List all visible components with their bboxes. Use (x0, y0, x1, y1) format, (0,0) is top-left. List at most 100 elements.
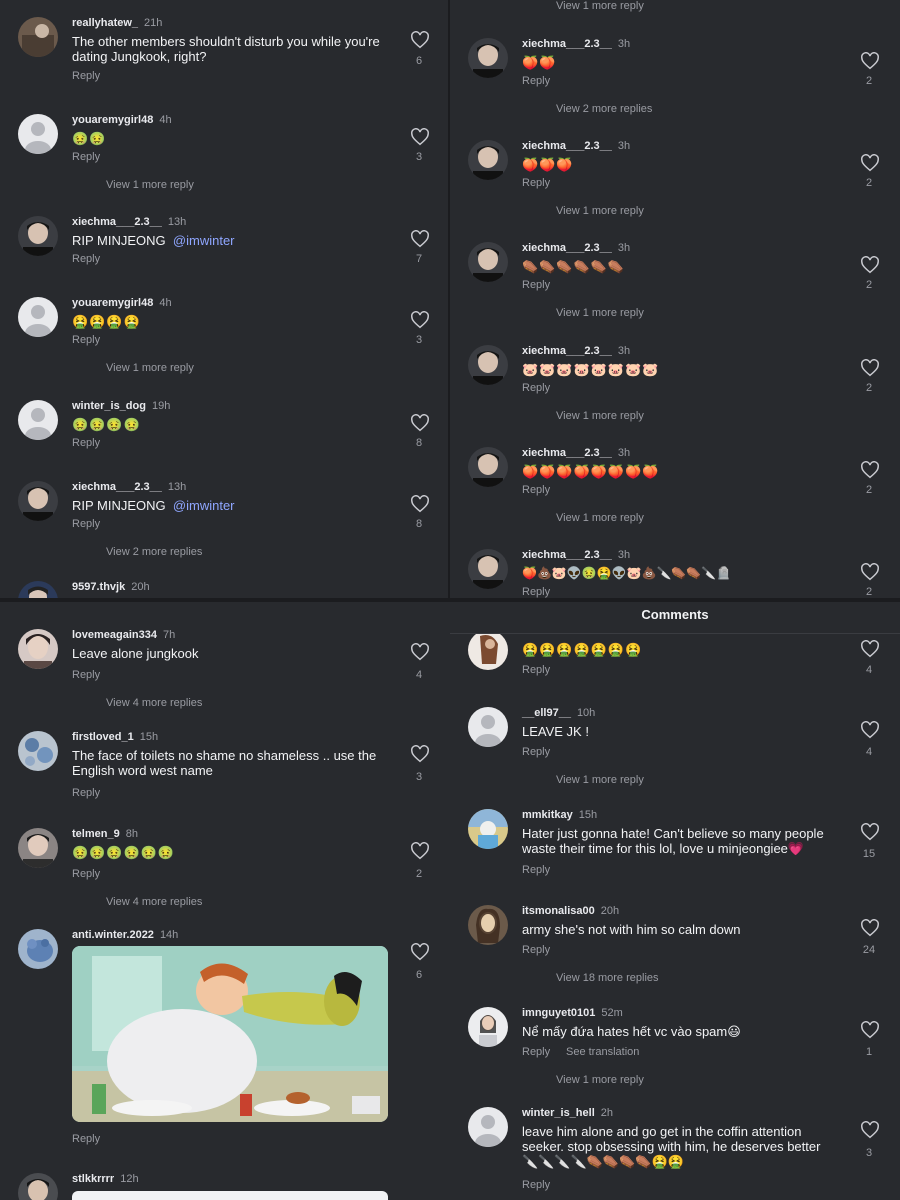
username[interactable]: anti.winter.2022 (72, 929, 154, 941)
username[interactable]: 9597.thvjk (72, 581, 125, 593)
username[interactable]: xiechma___2.3__ (522, 549, 612, 561)
username[interactable]: stlkkrrrr (72, 1173, 114, 1185)
username[interactable]: imnguyet0101 (522, 1007, 595, 1019)
username[interactable]: telmen_9 (72, 828, 120, 840)
heart-icon[interactable] (860, 256, 880, 274)
username[interactable]: xiechma___2.3__ (522, 38, 612, 50)
reply-button[interactable]: Reply (522, 1179, 550, 1191)
reply-button[interactable]: Reply (72, 787, 100, 799)
heart-icon[interactable] (410, 643, 430, 661)
view-more-replies[interactable]: View 1 more reply (556, 307, 644, 319)
reply-button[interactable]: Reply (72, 253, 100, 265)
view-more-replies[interactable]: View 1 more reply (106, 362, 194, 374)
avatar[interactable] (18, 929, 58, 969)
heart-icon[interactable] (860, 461, 880, 479)
reply-button[interactable]: Reply (522, 944, 550, 956)
avatar[interactable] (18, 481, 58, 521)
username[interactable]: youaremygirl48 (72, 297, 153, 309)
heart-icon[interactable] (410, 230, 430, 248)
username[interactable]: mmkitkay (522, 809, 573, 821)
reply-button[interactable]: Reply (72, 1133, 100, 1145)
username[interactable]: winter_is_hell (522, 1107, 595, 1119)
view-more-replies[interactable]: View 18 more replies (556, 972, 659, 984)
reply-button[interactable]: Reply (522, 382, 550, 394)
view-more-replies[interactable]: View 1 more reply (556, 1074, 644, 1086)
avatar[interactable] (468, 1107, 508, 1147)
username[interactable]: xiechma___2.3__ (522, 345, 612, 357)
heart-icon[interactable] (860, 1021, 880, 1039)
reply-button[interactable]: Reply (522, 177, 550, 189)
username[interactable]: reallyhatew_ (72, 17, 138, 29)
reply-button[interactable]: Reply (522, 1046, 550, 1058)
avatar[interactable] (468, 905, 508, 945)
view-more-replies[interactable]: View 1 more reply (106, 179, 194, 191)
heart-icon[interactable] (860, 823, 880, 841)
heart-icon[interactable] (860, 154, 880, 172)
username[interactable]: winter_is_dog (72, 400, 146, 412)
avatar[interactable] (18, 114, 58, 154)
username[interactable]: youaremygirl48 (72, 114, 153, 126)
gif-image[interactable] (72, 946, 388, 1122)
comments-panel-bottom-left[interactable]: lovemeagain334 7h Leave alone jungkook Re… (0, 602, 450, 1200)
view-more-replies[interactable]: View 4 more replies (106, 697, 202, 709)
avatar[interactable] (18, 629, 58, 669)
heart-icon[interactable] (860, 359, 880, 377)
view-more-replies[interactable]: View 1 more reply (556, 774, 644, 786)
reply-button[interactable]: Reply (72, 518, 100, 530)
view-more-replies[interactable]: View 1 more reply (556, 410, 644, 422)
avatar[interactable] (18, 297, 58, 337)
avatar[interactable] (468, 447, 508, 487)
reply-button[interactable]: Reply (522, 864, 550, 876)
avatar[interactable] (18, 731, 58, 771)
username[interactable]: firstloved_1 (72, 731, 134, 743)
username[interactable]: xiechma___2.3__ (522, 140, 612, 152)
avatar[interactable] (468, 242, 508, 282)
reply-button[interactable]: Reply (522, 664, 550, 676)
avatar[interactable] (18, 581, 58, 598)
username[interactable]: itsmonalisa00 (522, 905, 595, 917)
reply-button[interactable]: Reply (72, 151, 100, 163)
heart-icon[interactable] (410, 943, 430, 961)
reply-button[interactable]: Reply (522, 746, 550, 758)
username[interactable]: xiechma___2.3__ (72, 481, 162, 493)
heart-icon[interactable] (410, 128, 430, 146)
comments-panel-bottom-right[interactable]: 🤮🤮🤮🤮🤮🤮🤮 Reply 4 __ell97__ 10h LEAVE JK ! … (450, 602, 900, 1200)
heart-icon[interactable] (860, 721, 880, 739)
reply-button[interactable]: Reply (522, 75, 550, 87)
heart-icon[interactable] (860, 1121, 880, 1139)
reply-button[interactable]: Reply (522, 279, 550, 291)
avatar[interactable] (18, 17, 58, 57)
username[interactable]: xiechma___2.3__ (522, 447, 612, 459)
view-more-replies[interactable]: View 4 more replies (106, 896, 202, 908)
reply-button[interactable]: Reply (72, 868, 100, 880)
mention-link[interactable]: @imwinter (173, 233, 235, 248)
avatar[interactable] (468, 809, 508, 849)
username[interactable]: __ell97__ (522, 707, 571, 719)
heart-icon[interactable] (410, 311, 430, 329)
username[interactable]: xiechma___2.3__ (72, 216, 162, 228)
reply-button[interactable]: Reply (522, 484, 550, 496)
avatar[interactable] (468, 707, 508, 747)
view-more-replies[interactable]: View 2 more replies (556, 103, 652, 115)
heart-icon[interactable] (860, 52, 880, 70)
reply-button[interactable]: Reply (72, 334, 100, 346)
reply-button[interactable]: Reply (72, 70, 100, 82)
reply-button[interactable]: Reply (72, 437, 100, 449)
see-translation-link[interactable]: See translation (566, 1046, 639, 1058)
avatar[interactable] (18, 828, 58, 868)
heart-icon[interactable] (860, 640, 880, 658)
avatar[interactable] (468, 630, 508, 670)
avatar[interactable] (18, 216, 58, 256)
heart-icon[interactable] (410, 842, 430, 860)
avatar[interactable] (18, 400, 58, 440)
view-more-replies[interactable]: View 1 more reply (556, 0, 644, 12)
heart-icon[interactable] (410, 31, 430, 49)
heart-icon[interactable] (410, 745, 430, 763)
avatar[interactable] (468, 345, 508, 385)
heart-icon[interactable] (860, 919, 880, 937)
comments-panel-top-left[interactable]: reallyhatew_ 21h The other members should… (0, 0, 450, 598)
username[interactable]: lovemeagain334 (72, 629, 157, 641)
mention-link[interactable]: @imwinter (173, 498, 235, 513)
view-more-replies[interactable]: View 1 more reply (556, 512, 644, 524)
reply-button[interactable]: Reply (522, 586, 550, 598)
